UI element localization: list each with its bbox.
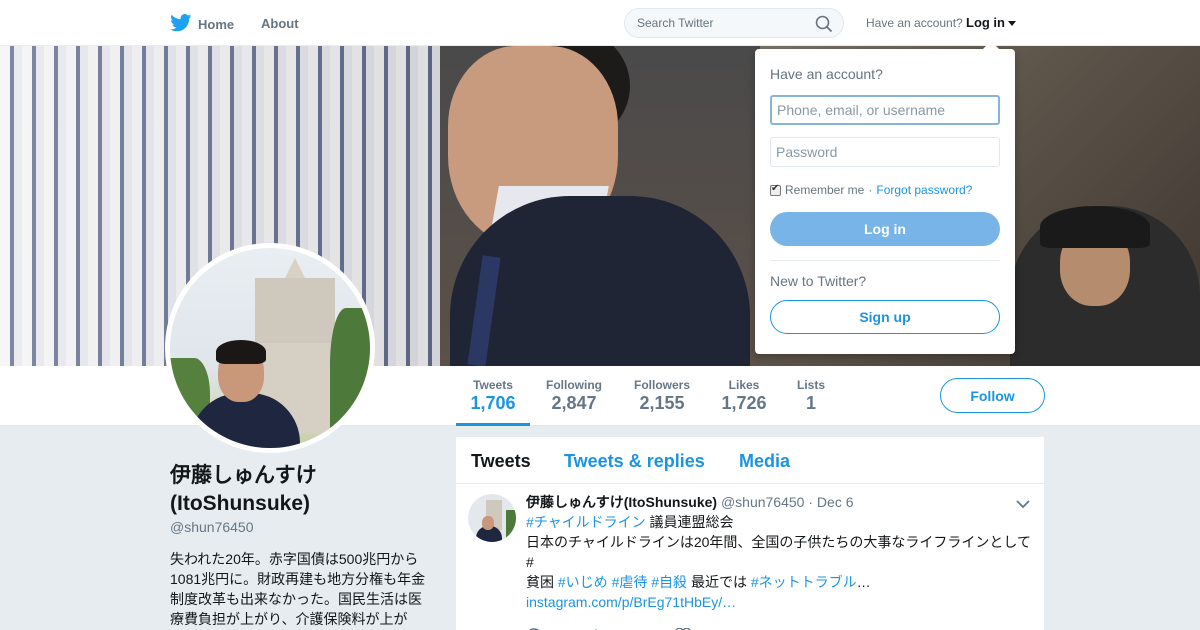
tweet-avatar-face bbox=[482, 516, 494, 530]
hashtag-link[interactable]: #虐待 bbox=[612, 574, 648, 590]
login-button[interactable]: Log in bbox=[770, 212, 1000, 246]
separator: · bbox=[868, 183, 873, 197]
stat-label: Followers bbox=[633, 378, 690, 392]
stat-label: Following bbox=[546, 378, 602, 392]
stat-value: 2,155 bbox=[639, 393, 685, 413]
top-nav: Home About Search Twitter Have an accoun… bbox=[0, 0, 1200, 46]
stat-label: Likes bbox=[728, 378, 760, 392]
tweet-avatar[interactable] bbox=[468, 494, 516, 542]
remember-me-label[interactable]: Remember me bbox=[785, 183, 864, 197]
active-tab-underline bbox=[456, 423, 530, 426]
avatar-tree bbox=[330, 308, 370, 448]
login-dropdown-title: Have an account? bbox=[770, 66, 883, 82]
profile-bio: 失われた20年。赤字国債は500兆円から1081兆円に。財政再建も地方分権も年金… bbox=[170, 551, 426, 627]
stat-value: 1,726 bbox=[721, 393, 767, 413]
profile-handle[interactable]: @shun76450 bbox=[170, 519, 254, 535]
tweet-line-4: 貧困 #いじめ #虐待 #自殺 最近では #ネットトラブル… bbox=[526, 572, 1036, 592]
stat-value: 2,847 bbox=[551, 393, 597, 413]
tweet-dot: · bbox=[808, 494, 814, 510]
signup-button[interactable]: Sign up bbox=[770, 300, 1000, 334]
dropdown-arrow bbox=[983, 41, 999, 49]
username-field[interactable] bbox=[770, 95, 1000, 125]
stat-followers[interactable]: Followers 2,155 bbox=[628, 378, 696, 414]
hashtag-link[interactable]: #自殺 bbox=[651, 574, 687, 590]
have-account-text: Have an account? bbox=[866, 16, 963, 30]
tab-media[interactable]: Media bbox=[739, 451, 790, 472]
tweet-header: 伊藤しゅんすけ(ItoShunsuke) @shun76450 · Dec 6 bbox=[526, 492, 854, 512]
tweet-author-handle[interactable]: @shun76450 bbox=[721, 494, 805, 510]
hashtag-link[interactable]: #チャイルドライン bbox=[526, 514, 646, 530]
forgot-password-link[interactable]: Forgot password? bbox=[876, 183, 972, 197]
search-input[interactable]: Search Twitter bbox=[624, 8, 844, 38]
remember-row: Remember me · Forgot password? bbox=[770, 183, 972, 197]
twitter-bird-icon bbox=[170, 14, 192, 35]
stat-value: 1 bbox=[805, 393, 816, 413]
stat-following[interactable]: Following 2,847 bbox=[540, 378, 608, 414]
stat-value: 1,706 bbox=[470, 393, 516, 413]
timeline-tabs: Tweets Tweets & replies Media bbox=[456, 437, 1044, 484]
tweet-text-fragment: … bbox=[856, 574, 871, 590]
login-label: Log in bbox=[966, 15, 1005, 30]
timeline: Tweets Tweets & replies Media 伊藤しゅんすけ(It… bbox=[456, 437, 1044, 630]
home-link[interactable]: Home bbox=[170, 14, 234, 35]
tweet-line-1: #チャイルドライン 議員連盟総会 bbox=[526, 512, 1036, 532]
caret-down-icon bbox=[1008, 20, 1016, 26]
tab-tweets-and-replies[interactable]: Tweets & replies bbox=[564, 451, 705, 472]
tweet-text-fragment: 最近では bbox=[687, 574, 751, 590]
profile-name[interactable]: 伊藤しゅんすけ(ItoShunsuke) bbox=[170, 462, 430, 518]
follow-button[interactable]: Follow bbox=[940, 378, 1045, 413]
tweet-line-2: 日本のチャイルドラインは20年間、全国の子供たちの大事なライフラインとして bbox=[526, 534, 1032, 550]
stat-likes[interactable]: Likes 1,726 bbox=[716, 378, 772, 414]
hashtag-link[interactable]: #いじめ bbox=[558, 574, 608, 590]
tweet-text: #チャイルドライン 議員連盟総会 日本のチャイルドラインは20年間、全国の子供た… bbox=[526, 512, 1036, 612]
stat-label: Lists bbox=[796, 378, 825, 392]
about-link[interactable]: About bbox=[261, 16, 299, 31]
remember-me-checkbox[interactable] bbox=[770, 183, 781, 196]
password-field[interactable] bbox=[770, 137, 1000, 167]
profile-avatar[interactable] bbox=[165, 243, 375, 453]
tweet-author-name[interactable]: 伊藤しゅんすけ(ItoShunsuke) bbox=[526, 494, 717, 510]
new-to-twitter-text: New to Twitter? bbox=[770, 273, 867, 289]
tweet[interactable]: 伊藤しゅんすけ(ItoShunsuke) @shun76450 · Dec 6 … bbox=[456, 484, 1044, 630]
stat-tweets[interactable]: Tweets 1,706 bbox=[456, 378, 530, 414]
stat-label: Tweets bbox=[473, 378, 513, 392]
tab-tweets[interactable]: Tweets bbox=[471, 451, 531, 472]
hashtag-link[interactable]: #ネットトラブル bbox=[751, 574, 857, 590]
avatar-hair bbox=[216, 340, 266, 364]
tweet-url-link[interactable]: instagram.com/p/BrEg71tHbEy/… bbox=[526, 592, 1036, 612]
home-label: Home bbox=[198, 17, 235, 32]
divider bbox=[770, 260, 1000, 261]
login-dropdown: Have an account? Remember me · Forgot pa… bbox=[755, 41, 1015, 354]
tweet-avatar-tree bbox=[506, 510, 516, 542]
tweet-text-fragment: 議員連盟総会 bbox=[645, 514, 734, 530]
tweet-text-fragment: 貧困 bbox=[526, 574, 558, 590]
stat-lists[interactable]: Lists 1 bbox=[790, 378, 832, 414]
banner-guard-cap bbox=[1040, 206, 1150, 248]
login-dropdown-toggle[interactable]: Log in bbox=[966, 15, 1016, 30]
search-placeholder: Search Twitter bbox=[637, 16, 714, 30]
tweet-line-3: # bbox=[526, 554, 534, 570]
tweet-date[interactable]: Dec 6 bbox=[817, 494, 854, 510]
search-icon[interactable] bbox=[815, 15, 833, 43]
